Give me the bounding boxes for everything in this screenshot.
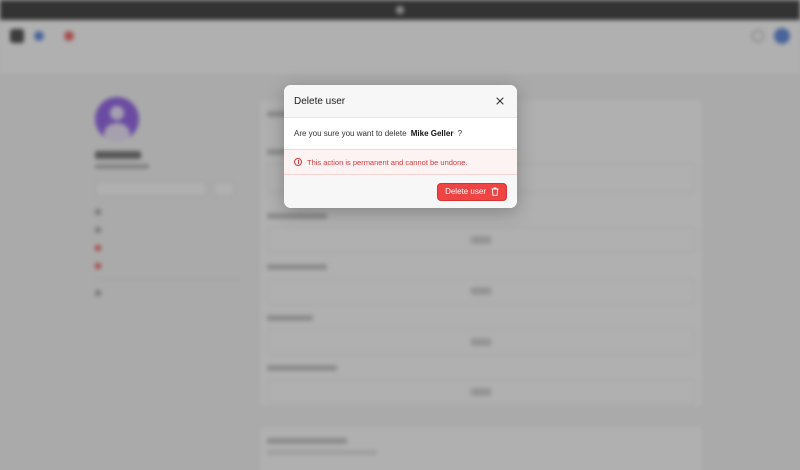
warning-alert: This action is permanent and cannot be u…	[284, 149, 517, 175]
delete-user-dialog: Delete user Are you sure you want to del…	[284, 85, 517, 208]
close-button[interactable]	[493, 94, 507, 108]
warning-text: This action is permanent and cannot be u…	[307, 157, 468, 167]
close-icon	[496, 97, 504, 105]
message-prefix: Are you sure you want to delete	[294, 129, 407, 138]
user-name: Mike Geller	[410, 129, 454, 138]
dialog-footer: Delete user	[284, 175, 517, 208]
dialog-message: Are you sure you want to delete Mike Gel…	[284, 118, 517, 149]
modal-overlay[interactable]	[0, 0, 800, 470]
trash-icon	[491, 187, 499, 196]
message-suffix: ?	[457, 129, 463, 138]
delete-user-button[interactable]: Delete user	[437, 182, 507, 201]
dialog-header: Delete user	[284, 85, 517, 118]
alert-circle-icon	[294, 158, 302, 166]
delete-user-label: Delete user	[445, 187, 486, 196]
dialog-title: Delete user	[294, 95, 346, 107]
